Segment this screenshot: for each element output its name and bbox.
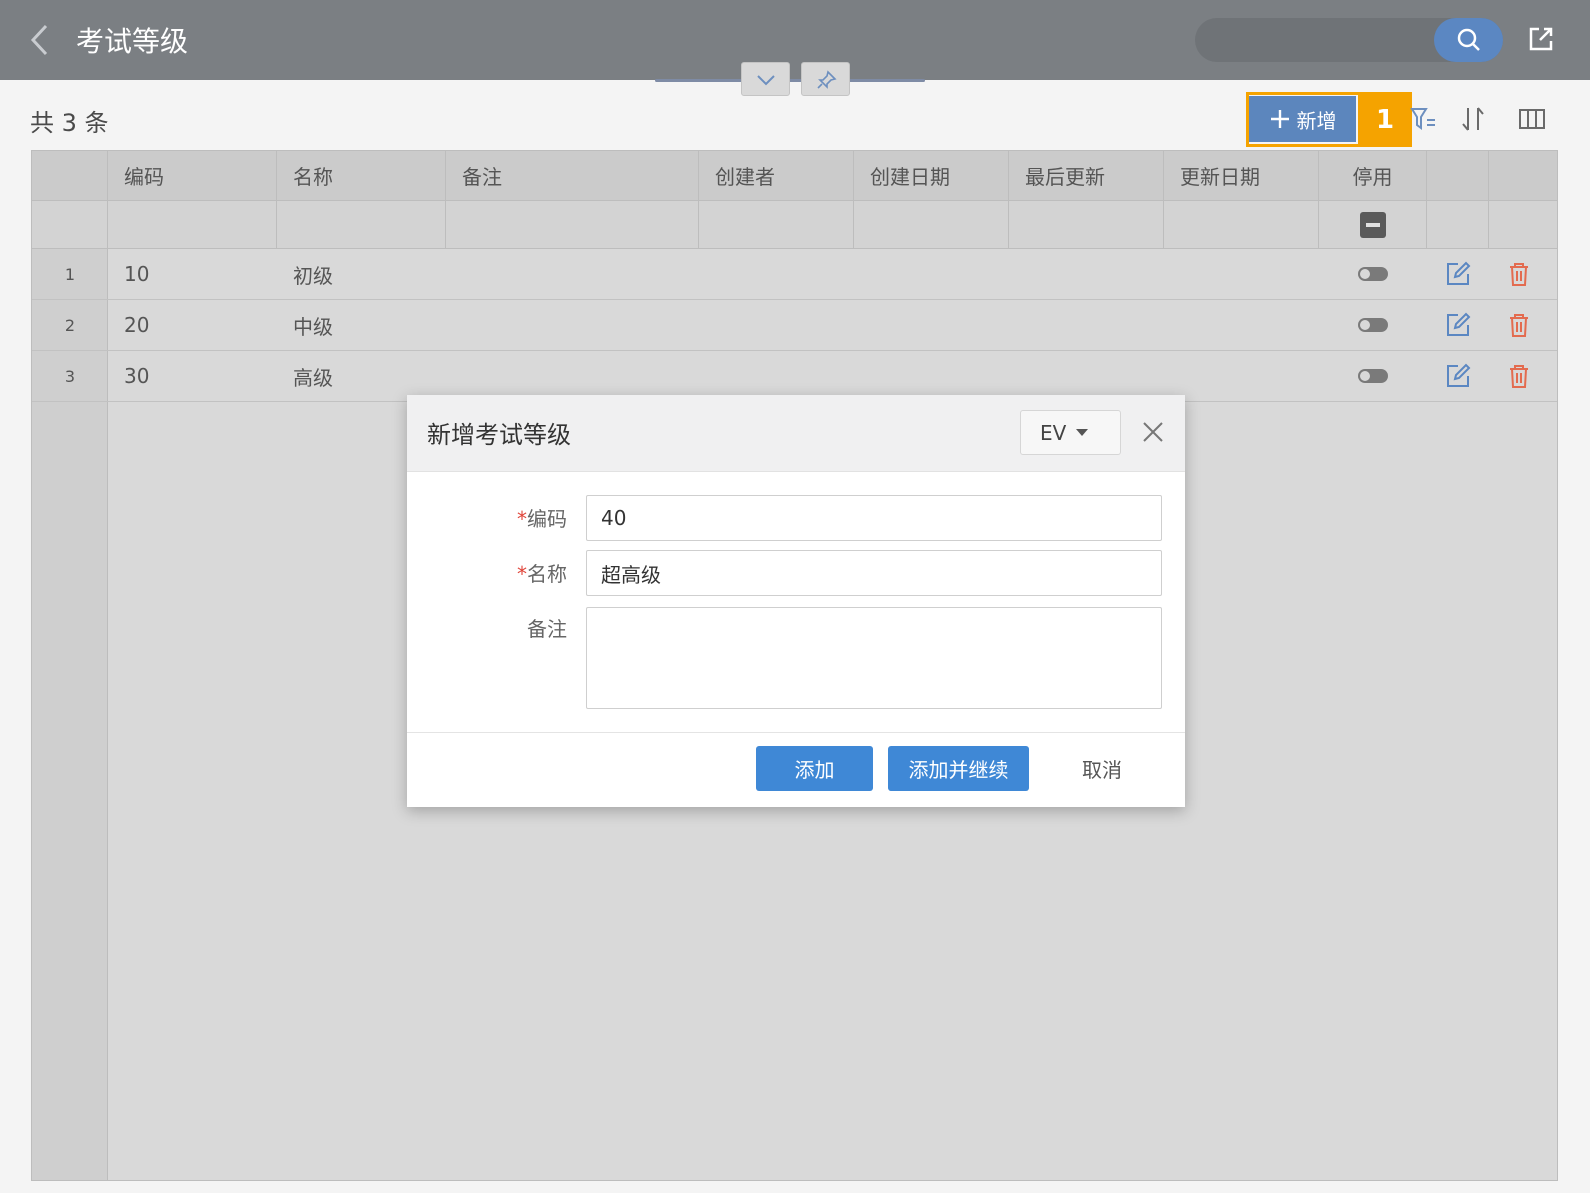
- column-header-code[interactable]: 编码: [108, 151, 277, 200]
- delete-icon[interactable]: [1505, 260, 1533, 288]
- edit-icon[interactable]: [1444, 311, 1472, 339]
- dialog-header: 新增考试等级 EV: [407, 395, 1185, 472]
- filter-cell-name[interactable]: [277, 201, 446, 248]
- required-mark: *: [517, 562, 527, 586]
- filter-cell-creator[interactable]: [699, 201, 854, 248]
- edit-icon[interactable]: [1444, 260, 1472, 288]
- filter-cell-delete: [1489, 201, 1557, 248]
- column-header-delete: [1489, 151, 1557, 200]
- code-label-text: 编码: [527, 507, 567, 531]
- name-label: *名称: [407, 558, 567, 587]
- add-continue-button[interactable]: 添加并继续: [888, 746, 1029, 791]
- column-header-last-updater[interactable]: 最后更新: [1009, 151, 1164, 200]
- cell-name: 高级: [293, 365, 333, 390]
- search-icon: [1457, 28, 1480, 51]
- rownum-header: [32, 151, 108, 200]
- columns-icon[interactable]: [1517, 104, 1547, 134]
- sort-icon[interactable]: [1458, 104, 1488, 134]
- column-header-created-date[interactable]: 创建日期: [854, 151, 1009, 200]
- pin-icon: [817, 70, 837, 89]
- total-count: 共 3 条: [30, 109, 109, 137]
- filter-cell-note[interactable]: [446, 201, 699, 248]
- cell-code: 20: [124, 313, 150, 337]
- delete-icon[interactable]: [1505, 311, 1533, 339]
- search-button[interactable]: [1434, 18, 1503, 62]
- language-value: EV: [1040, 420, 1067, 445]
- collapse-tab-line: [655, 79, 925, 82]
- filter-cell-rownum: [32, 201, 108, 248]
- language-select[interactable]: EV: [1020, 410, 1121, 455]
- add-button[interactable]: 新增: [1249, 96, 1356, 142]
- disable-toggle[interactable]: [1358, 267, 1388, 281]
- dialog-footer: 添加 添加并继续 取消: [407, 732, 1185, 807]
- note-label: 备注: [527, 617, 567, 641]
- table-row[interactable]: 1 10 初级: [32, 249, 1557, 300]
- add-button-label: 新增: [1296, 108, 1337, 133]
- cell-name: 中级: [293, 314, 333, 339]
- caret-down-icon: [1076, 429, 1089, 436]
- cancel-button[interactable]: 取消: [1052, 746, 1152, 791]
- filter-cell-created-date[interactable]: [854, 201, 1009, 248]
- pin-button[interactable]: [801, 62, 850, 96]
- cell-name: 初级: [293, 263, 333, 288]
- table-header: 编码 名称 备注 创建者 创建日期 最后更新 更新日期 停用: [32, 151, 1557, 201]
- indeterminate-checkbox[interactable]: [1359, 211, 1386, 238]
- required-mark: *: [517, 507, 527, 531]
- code-input[interactable]: [586, 495, 1162, 541]
- close-icon[interactable]: [1140, 419, 1166, 445]
- name-input[interactable]: [586, 550, 1162, 596]
- filter-cell-edit: [1427, 201, 1489, 248]
- plus-icon: [1270, 110, 1289, 128]
- top-bar: 考试等级: [0, 0, 1590, 80]
- code-label: *编码: [407, 503, 567, 532]
- note-textarea[interactable]: [586, 607, 1162, 709]
- add-submit-button[interactable]: 添加: [756, 746, 873, 791]
- filter-cell-code[interactable]: [108, 201, 277, 248]
- cell-code: 30: [124, 364, 150, 388]
- row-number: 3: [64, 366, 76, 386]
- page-title: 考试等级: [76, 25, 189, 58]
- filter-cell-disabled: [1319, 201, 1427, 248]
- back-arrow-icon[interactable]: [28, 22, 52, 58]
- dialog-title: 新增考试等级: [427, 421, 571, 449]
- add-dialog: 新增考试等级 EV *编码 *名称 备注 添加 添加并继续 取消: [407, 395, 1185, 807]
- step-badge: 1: [1358, 92, 1412, 147]
- table-row[interactable]: 2 20 中级: [32, 300, 1557, 351]
- row-number: 2: [64, 315, 76, 335]
- column-header-name[interactable]: 名称: [277, 151, 446, 200]
- column-header-creator[interactable]: 创建者: [699, 151, 854, 200]
- filter-list-icon[interactable]: [1408, 104, 1438, 134]
- filter-cell-last-updater[interactable]: [1009, 201, 1164, 248]
- filter-cell-updated-date[interactable]: [1164, 201, 1319, 248]
- column-header-edit: [1427, 151, 1489, 200]
- column-header-updated-date[interactable]: 更新日期: [1164, 151, 1319, 200]
- filter-row: [32, 201, 1557, 249]
- disable-toggle[interactable]: [1358, 369, 1388, 383]
- share-icon[interactable]: [1526, 24, 1556, 54]
- name-label-text: 名称: [527, 562, 567, 586]
- chevron-down-icon: [757, 75, 775, 86]
- column-header-disabled[interactable]: 停用: [1319, 151, 1427, 200]
- column-header-note[interactable]: 备注: [446, 151, 699, 200]
- row-number: 1: [64, 264, 76, 284]
- collapse-button[interactable]: [741, 62, 790, 96]
- cell-code: 10: [124, 262, 150, 286]
- edit-icon[interactable]: [1444, 362, 1472, 390]
- disable-toggle[interactable]: [1358, 318, 1388, 332]
- delete-icon[interactable]: [1505, 362, 1533, 390]
